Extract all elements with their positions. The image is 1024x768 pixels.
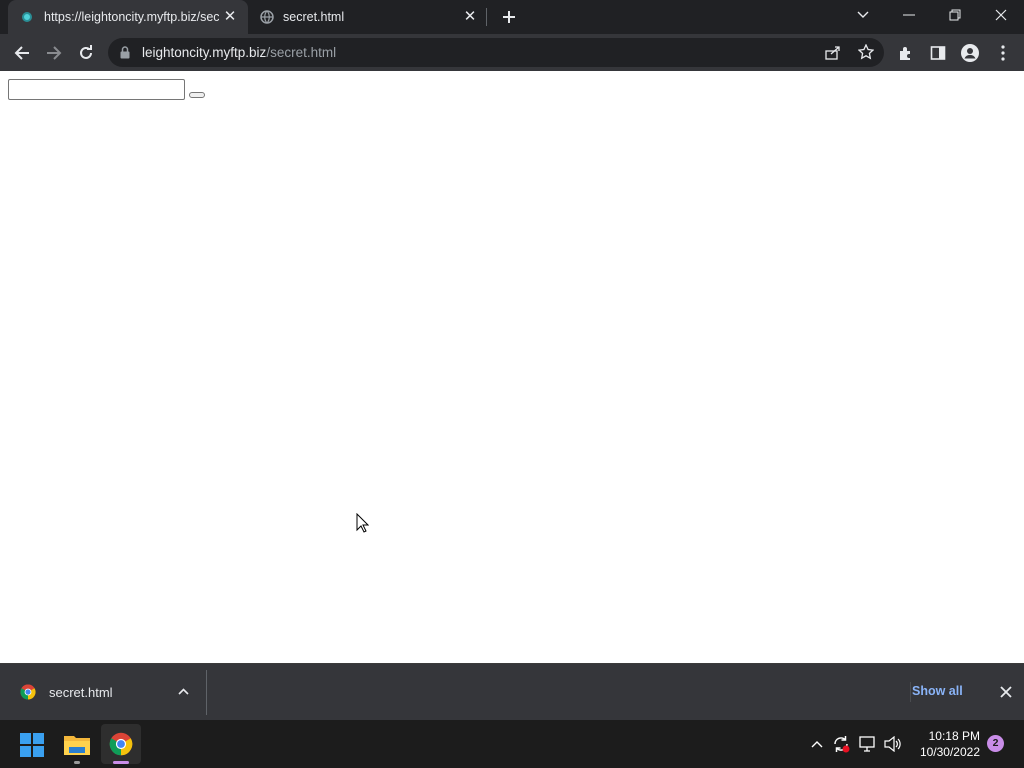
- site-favicon-icon: [22, 12, 32, 22]
- windows-taskbar: 10:18 PM 10/30/2022 2: [0, 720, 1024, 768]
- new-tab-icon[interactable]: [500, 8, 518, 26]
- clock-time: 10:18 PM: [928, 729, 980, 743]
- forward-icon[interactable]: [41, 40, 67, 66]
- download-filename: secret.html: [49, 685, 113, 700]
- tab-title: https://leightoncity.myftp.biz/secret.ht…: [44, 10, 219, 24]
- chrome-file-icon: [20, 684, 36, 700]
- download-shelf: secret.html Show all: [0, 663, 1024, 720]
- windows-start-icon[interactable]: [20, 733, 44, 757]
- menu-kebab-icon[interactable]: [990, 40, 1016, 66]
- show-hidden-icons-chevron-icon[interactable]: [807, 734, 827, 754]
- extensions-icon[interactable]: [893, 40, 919, 66]
- mouse-cursor-icon: [356, 513, 369, 533]
- sync-alert-icon[interactable]: [831, 734, 851, 754]
- volume-icon[interactable]: [883, 734, 903, 754]
- globe-icon: [260, 10, 274, 24]
- tab-close-icon[interactable]: ✕: [462, 9, 478, 25]
- page-viewport: [0, 71, 1024, 663]
- tab-title: secret.html: [283, 10, 345, 24]
- chrome-taskbar-icon[interactable]: [109, 732, 133, 756]
- restore-icon[interactable]: [932, 0, 978, 30]
- url-host: leightoncity.myftp.biz: [142, 45, 267, 60]
- tab-close-icon[interactable]: ✕: [222, 9, 238, 25]
- tab-secret-url[interactable]: https://leightoncity.myftp.biz/secret.ht…: [8, 0, 248, 34]
- tab-secret-html[interactable]: secret.html ✕: [250, 0, 486, 34]
- chevron-up-icon[interactable]: [178, 688, 189, 695]
- download-divider: [206, 670, 207, 715]
- clock-date: 10/30/2022: [919, 745, 980, 759]
- explorer-running-indicator: [74, 761, 80, 764]
- close-shelf-icon[interactable]: [1000, 686, 1012, 698]
- reload-icon[interactable]: [73, 40, 99, 66]
- show-all-link[interactable]: Show all: [912, 684, 963, 698]
- show-all-divider: [910, 682, 911, 702]
- tab-search-icon[interactable]: [840, 0, 886, 30]
- bookmark-star-icon[interactable]: [858, 44, 874, 60]
- lock-icon: [120, 46, 130, 59]
- submit-button[interactable]: [189, 92, 205, 98]
- network-icon[interactable]: [858, 734, 878, 754]
- browser-toolbar: leightoncity.myftp.biz/secret.html: [0, 34, 1024, 71]
- close-window-icon[interactable]: [978, 0, 1024, 30]
- tab-divider: [486, 8, 487, 26]
- file-explorer-icon[interactable]: [64, 733, 90, 755]
- chrome-running-indicator: [113, 761, 129, 764]
- notification-badge[interactable]: 2: [987, 735, 1004, 752]
- side-panel-icon[interactable]: [925, 40, 951, 66]
- back-icon[interactable]: [9, 40, 35, 66]
- profile-icon[interactable]: [957, 40, 983, 66]
- download-item[interactable]: secret.html: [8, 672, 198, 712]
- address-bar[interactable]: leightoncity.myftp.biz/secret.html: [108, 38, 884, 67]
- minimize-icon[interactable]: [886, 0, 932, 30]
- text-input[interactable]: [8, 79, 185, 100]
- share-icon[interactable]: [825, 45, 841, 60]
- tab-strip: https://leightoncity.myftp.biz/secret.ht…: [0, 0, 1024, 34]
- url-path: /secret.html: [266, 45, 337, 60]
- system-clock[interactable]: 10:18 PM 10/30/2022: [912, 728, 980, 760]
